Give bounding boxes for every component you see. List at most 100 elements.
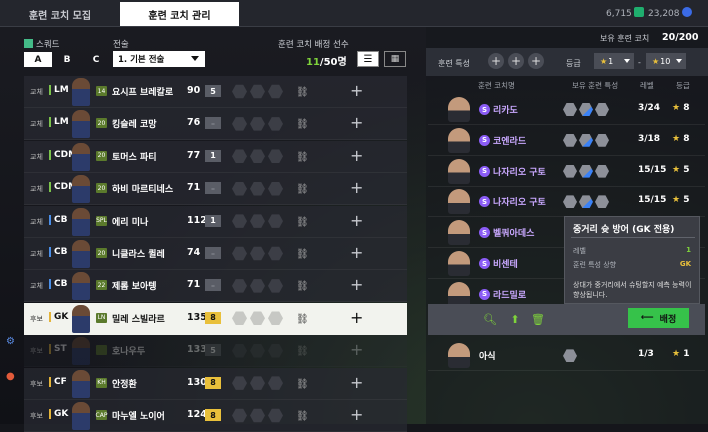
trait-add-button-3[interactable]: + <box>528 53 544 69</box>
add-coach-button[interactable]: + <box>350 178 363 197</box>
coach-name: 리카도 <box>493 106 518 116</box>
add-coach-button[interactable]: + <box>350 275 363 294</box>
coach-name: 나자리오 구토 <box>493 198 546 209</box>
tooltip-level-value: 1 <box>686 246 691 254</box>
squad-button-a[interactable]: A <box>24 52 52 67</box>
add-coach-button[interactable]: + <box>350 146 363 165</box>
tactics-label: 전술 <box>113 40 129 50</box>
player-position: GK <box>49 311 68 322</box>
player-row[interactable]: 교체 CDM 20 하비 마르티네스 71 – ⛓ + <box>24 173 407 206</box>
link-icon[interactable]: ⛓ <box>296 281 309 292</box>
player-avatar <box>72 78 90 106</box>
player-row[interactable]: 교체 LM 20 킹슬레 코망 76 – ⛓ + <box>24 108 407 141</box>
squad-button-b[interactable]: B <box>53 52 81 67</box>
player-enhance-level: – <box>205 117 221 130</box>
player-row[interactable]: 교체 CB 22 제롬 보아텡 71 – ⛓ + <box>24 270 407 303</box>
link-icon[interactable]: ⛓ <box>296 87 309 98</box>
player-ovr: 130 <box>187 376 207 388</box>
grade-from-select[interactable]: ★ 1 <box>594 53 634 69</box>
coach-name: 나자리오 구토 <box>493 167 546 178</box>
add-coach-button[interactable]: + <box>350 340 363 359</box>
coach-row[interactable]: S 코엔라드 3/18 ★ 8 <box>428 125 705 156</box>
player-enhance-level: 1 <box>205 214 221 227</box>
link-icon[interactable]: ⛓ <box>296 217 309 228</box>
list-icon: ☰ <box>363 53 373 65</box>
coach-grade-value: 8 <box>683 133 690 144</box>
coach-level: 1/3 <box>638 349 654 360</box>
link-icon[interactable]: ⛓ <box>296 184 309 195</box>
list-view-button[interactable]: ☰ <box>357 51 379 67</box>
chevron-down-icon <box>676 59 682 63</box>
empty-slot-icon <box>232 376 247 390</box>
upgrade-button[interactable]: ⬆︎ <box>506 310 524 328</box>
search-button[interactable]: 🔍︎ <box>481 310 499 328</box>
empty-slot-icon <box>268 84 283 99</box>
coach-row[interactable]: S 나자리오 구토 15/15 ★ 5 <box>428 156 705 187</box>
tab-coach-recruit[interactable]: 훈련 코치 모집 <box>0 2 120 26</box>
player-row[interactable]: 후보 GK CAP 마누엘 노이어 124 8 ⛓ + <box>24 400 407 432</box>
add-coach-button[interactable]: + <box>350 308 363 327</box>
link-icon[interactable]: ⛓ <box>296 152 309 163</box>
trait-add-button-1[interactable]: + <box>488 53 504 69</box>
add-coach-button[interactable]: + <box>350 243 363 262</box>
coach-slots <box>232 149 283 164</box>
grid-view-button[interactable]: ▦ <box>384 51 406 67</box>
player-avatar <box>72 142 90 171</box>
player-position: CF <box>49 376 67 387</box>
coach-row[interactable]: 아식 1/3 ★ 1 <box>428 340 705 372</box>
player-row[interactable]: 교체 LM 14 요시프 브레칼로 90 5 ⛓ + <box>24 76 407 108</box>
link-icon[interactable]: ⛓ <box>296 346 309 357</box>
link-icon[interactable]: ⛓ <box>296 249 309 260</box>
player-row[interactable]: 교체 CDM 20 토머스 파티 77 1 ⛓ + <box>24 140 407 173</box>
player-row[interactable]: 후보 ST 호나우두 133 5 ⛓ + <box>24 335 407 368</box>
player-enhance-level: 1 <box>205 149 221 162</box>
coach-traits <box>563 349 577 363</box>
player-status: 교체 <box>30 88 43 96</box>
player-name: 토머스 파티 <box>112 152 157 163</box>
col-coach-name: 훈련 코치명 <box>478 81 515 90</box>
player-ovr: 135 <box>187 311 207 323</box>
settings-icon[interactable]: ⚙ <box>6 336 15 347</box>
empty-slot-icon <box>268 376 283 390</box>
link-icon[interactable]: ⛓ <box>296 379 309 390</box>
add-coach-button[interactable]: + <box>350 211 363 230</box>
coach-row[interactable]: S 나자리오 구토 15/15 ★ 5 <box>428 186 705 218</box>
add-coach-button[interactable]: + <box>350 81 363 100</box>
add-coach-button[interactable]: + <box>350 373 363 392</box>
player-row[interactable]: 후보 CF KH 안정환 130 8 ⛓ + <box>24 367 407 400</box>
empty-slot-icon <box>268 246 283 261</box>
grade-to-select[interactable]: ★ 10 <box>646 53 686 69</box>
squad-button-c[interactable]: C <box>82 52 110 67</box>
tactics-select[interactable]: 1. 기본 전술 <box>113 51 205 67</box>
player-row[interactable]: 교체 CB SPL 에리 미나 112 1 ⛓ + <box>24 205 407 238</box>
trait-icon <box>579 195 593 209</box>
player-name: 니클라스 퀼레 <box>112 250 165 260</box>
coach-row[interactable]: S 리카도 3/24 ★ 8 <box>428 94 705 125</box>
player-enhance-level: 8 <box>205 409 221 421</box>
trait-add-button-2[interactable]: + <box>508 53 524 69</box>
chevron-down-icon <box>624 59 630 63</box>
chevron-down-icon <box>191 56 199 61</box>
empty-slot-icon <box>268 149 283 164</box>
player-enhance-level: 8 <box>205 376 221 389</box>
player-row[interactable]: 교체 CB 20 니클라스 퀼레 74 – ⛓ + <box>24 238 407 270</box>
assign-button[interactable]: ⟵ 배정 <box>628 308 689 328</box>
assigned-label: 훈련 코치 배정 선수 <box>278 40 349 50</box>
player-position: LM <box>49 117 69 128</box>
delete-button[interactable]: 🗑︎ <box>529 310 547 328</box>
squad-label-text: 스쿼드 <box>36 40 60 50</box>
link-icon[interactable]: ⛓ <box>296 314 309 325</box>
link-icon[interactable]: ⛓ <box>296 411 309 422</box>
arrow-up-icon: ⬆︎ <box>510 312 520 326</box>
coach-grade: ★ 5 <box>672 195 689 205</box>
trait-filter-label: 훈련 특성 <box>438 59 470 68</box>
link-icon[interactable]: ⛓ <box>296 119 309 130</box>
season-card-icon: 22 <box>96 280 107 291</box>
add-coach-button[interactable]: + <box>350 405 363 424</box>
player-row[interactable]: 후보 GK LN 밀레 스빌라르 135 8 ⛓ + <box>24 302 407 335</box>
tab-coach-manage[interactable]: 훈련 코치 관리 <box>120 2 239 26</box>
player-name: 호나우두 <box>112 347 146 358</box>
player-ovr: 112 <box>187 214 207 226</box>
add-coach-button[interactable]: + <box>350 113 363 132</box>
player-avatar <box>72 240 90 268</box>
